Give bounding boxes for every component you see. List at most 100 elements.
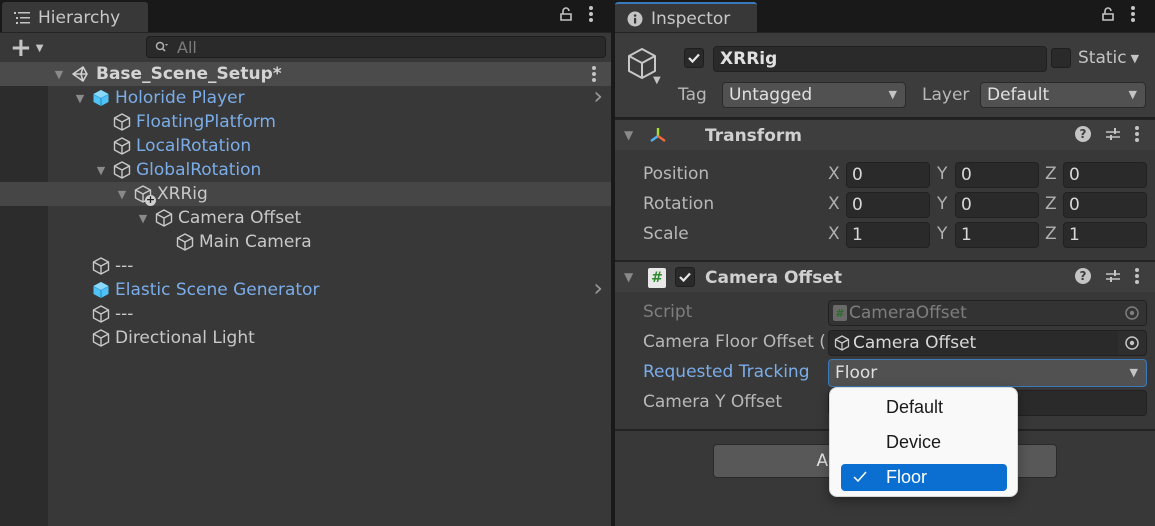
transform-rotation-x-input[interactable] [846, 192, 930, 218]
scene-menu-icon[interactable] [592, 66, 596, 82]
static-dropdown[interactable]: Static ▼ [1078, 48, 1139, 68]
prefab-icon [91, 280, 111, 300]
axis-label-x: X [828, 224, 840, 244]
layer-value: Default [987, 85, 1050, 105]
hierarchy-menu-icon[interactable] [589, 6, 593, 22]
hierarchy-item[interactable]: Main Camera [0, 230, 611, 254]
scene-row[interactable]: ▼ Base_Scene_Setup* [0, 62, 611, 86]
gameobject-header: ▼ Static ▼ Tag Untagged ▼ Layer Default … [615, 32, 1155, 118]
search-icon [155, 41, 168, 52]
transform-position-label: Position [643, 164, 710, 184]
transform-rotation-y-input[interactable] [955, 192, 1039, 218]
script-icon: # [648, 268, 666, 288]
hierarchy-item[interactable]: ▼ + XRRig [0, 182, 611, 206]
hierarchy-item[interactable]: Elastic Scene Generator › [0, 274, 611, 302]
caret-down-icon: ▼ [888, 88, 897, 101]
object-picker-icon[interactable] [1118, 331, 1146, 355]
component-enabled-checkbox[interactable] [675, 267, 695, 287]
layer-dropdown[interactable]: Default ▼ [980, 82, 1146, 108]
expand-arrow-icon[interactable]: ▼ [115, 188, 129, 201]
axis-label-x: X [828, 194, 840, 214]
lock-icon[interactable] [1101, 6, 1115, 22]
lock-icon[interactable] [559, 6, 573, 22]
camera-offset-header[interactable]: ▼ # Camera Offset ? [615, 260, 1155, 292]
hierarchy-item[interactable]: FloatingPlatform [0, 110, 611, 134]
hierarchy-search-input[interactable] [177, 37, 577, 57]
inspector-tab-tools [1101, 6, 1135, 22]
script-field[interactable]: # CameraOffset [828, 300, 1147, 326]
transform-position-x-input[interactable] [846, 162, 930, 188]
camera-offset-tools: ? [1075, 268, 1139, 284]
menu-option-device[interactable]: Device [841, 429, 1007, 456]
transform-header[interactable]: ▼ Transform ? [615, 118, 1155, 150]
hierarchy-item[interactable]: --- [0, 254, 611, 278]
expand-arrow-icon[interactable]: ▼ [73, 92, 87, 105]
fold-arrow-icon[interactable]: ▼ [624, 128, 633, 142]
requested-tracking-value: Floor [835, 363, 878, 383]
open-prefab-chevron-icon[interactable]: › [593, 274, 603, 302]
prefab-icon [91, 88, 111, 108]
hierarchy-item-label: Elastic Scene Generator [115, 280, 320, 300]
checkmark-icon [679, 272, 691, 283]
presets-icon[interactable] [1105, 126, 1121, 142]
tab-inspector[interactable]: Inspector [615, 2, 757, 33]
hierarchy-panel: Hierarchy + ▼ ▼ [0, 0, 611, 526]
icon-picker-caret-icon[interactable]: ▼ [653, 75, 661, 86]
expand-arrow-icon[interactable]: ▼ [52, 68, 66, 81]
active-checkbox[interactable] [684, 48, 704, 68]
checkmark-icon [851, 468, 869, 486]
transform-tools: ? [1075, 126, 1139, 142]
axis-label-z: Z [1045, 194, 1057, 214]
transform-position-y-input[interactable] [955, 162, 1039, 188]
axis-label-y: Y [937, 194, 948, 214]
gameobject-cube-icon [112, 112, 132, 132]
transform-title: Transform [705, 126, 802, 146]
gameobject-cube-icon [175, 232, 195, 252]
transform-scale-label: Scale [643, 224, 689, 244]
hierarchy-item-label: GlobalRotation [136, 160, 262, 180]
menu-option-floor[interactable]: Floor [841, 464, 1007, 491]
create-button[interactable]: + ▼ [10, 35, 50, 61]
presets-icon[interactable] [1105, 268, 1121, 284]
hierarchy-item[interactable]: LocalRotation [0, 134, 611, 158]
tab-hierarchy-label: Hierarchy [38, 7, 121, 28]
unity-scene-icon [70, 64, 90, 84]
static-checkbox[interactable] [1051, 48, 1071, 68]
gameobject-name-input[interactable] [713, 46, 1047, 72]
gameobject-cube-icon [91, 256, 111, 276]
hierarchy-item[interactable]: ▼ GlobalRotation [0, 158, 611, 182]
axis-label-y: Y [937, 224, 948, 244]
hierarchy-item[interactable]: ▼ Holoride Player › [0, 82, 611, 110]
fold-arrow-icon[interactable]: ▼ [624, 270, 633, 284]
expand-arrow-icon[interactable]: ▼ [136, 212, 150, 225]
hierarchy-item[interactable]: --- [0, 302, 611, 326]
hierarchy-item[interactable]: Directional Light [0, 326, 611, 350]
tag-value: Untagged [729, 85, 813, 105]
hierarchy-search[interactable] [146, 36, 606, 58]
component-menu-icon[interactable] [1135, 126, 1139, 142]
tab-hierarchy[interactable]: Hierarchy [2, 2, 148, 33]
help-icon[interactable]: ? [1075, 126, 1091, 142]
gameobject-cube-icon [154, 208, 174, 228]
expand-arrow-icon[interactable]: ▼ [94, 164, 108, 177]
gameobject-cube-icon [112, 160, 132, 180]
tab-inspector-label: Inspector [651, 8, 731, 29]
transform-scale-y-input[interactable] [955, 222, 1039, 248]
menu-option-default[interactable]: Default [841, 394, 1007, 421]
scene-name: Base_Scene_Setup* [96, 64, 282, 84]
transform-rotation-z-input[interactable] [1063, 192, 1147, 218]
object-picker-icon[interactable] [1118, 301, 1146, 325]
gameobject-cube-icon [112, 136, 132, 156]
camera-floor-offset-field[interactable]: Camera Offset [828, 330, 1147, 356]
transform-scale-z-input[interactable] [1063, 222, 1147, 248]
requested-tracking-dropdown[interactable]: Floor ▼ [828, 359, 1147, 387]
inspector-menu-icon[interactable] [1131, 6, 1135, 22]
help-icon[interactable]: ? [1075, 268, 1091, 284]
component-menu-icon[interactable] [1135, 268, 1139, 284]
transform-position-z-input[interactable] [1063, 162, 1147, 188]
caret-down-icon: ▼ [1130, 51, 1140, 65]
open-prefab-chevron-icon[interactable]: › [593, 82, 603, 110]
hierarchy-item[interactable]: ▼ Camera Offset [0, 206, 611, 230]
tag-dropdown[interactable]: Untagged ▼ [722, 82, 906, 108]
transform-scale-x-input[interactable] [846, 222, 930, 248]
